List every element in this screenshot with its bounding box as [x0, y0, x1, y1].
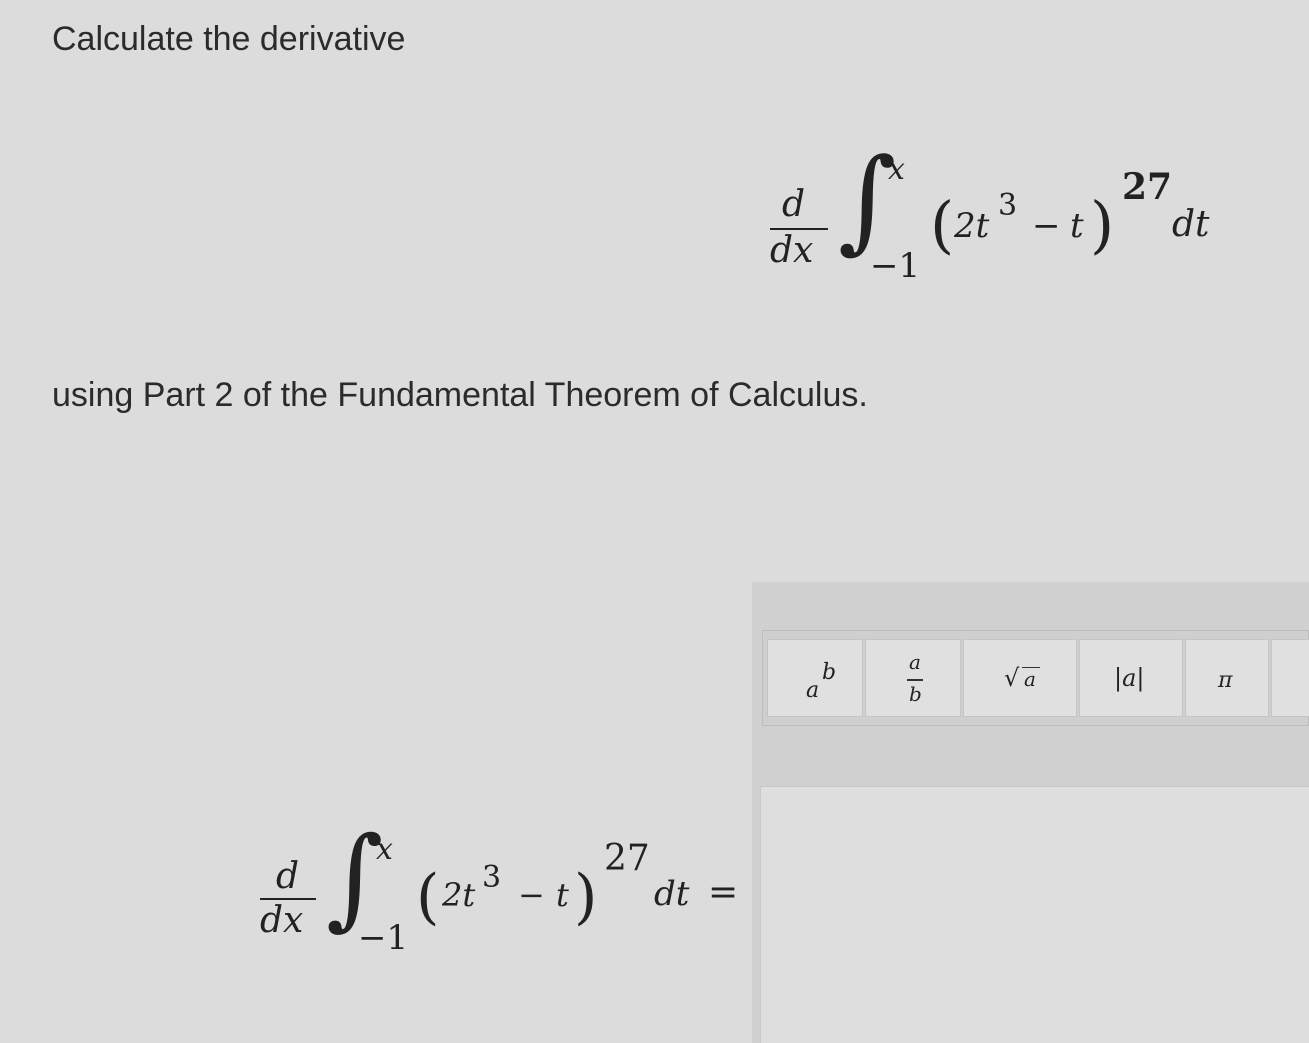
variable-t: t — [1070, 206, 1084, 246]
coefficient: 2t — [954, 206, 990, 246]
close-paren: ) — [574, 862, 598, 932]
open-paren: ( — [930, 188, 955, 261]
power-3: 3 — [482, 860, 502, 895]
power-exponent: b — [822, 660, 837, 685]
derivative-denominator: dx — [260, 900, 304, 941]
derivative-denominator: dx — [770, 230, 814, 271]
derivative-numerator: d — [782, 184, 806, 225]
minus-sign: − — [1032, 206, 1061, 246]
fraction-button[interactable]: a b — [865, 639, 961, 717]
fraction-bar — [907, 679, 923, 681]
power-3: 3 — [998, 188, 1018, 223]
absolute-value-icon: |a| — [1114, 664, 1145, 692]
fraction-numerator: a — [909, 650, 921, 674]
exponent-27: 27 — [1122, 166, 1173, 208]
close-paren: ) — [1090, 188, 1115, 261]
power-base: a — [806, 678, 820, 703]
integral-sign: ∫ — [326, 813, 384, 941]
math-toolbar: a b a b √ a |a| π — [762, 630, 1309, 726]
exponent-27: 27 — [604, 838, 650, 879]
sqrt-button[interactable]: √ a — [963, 639, 1077, 717]
more-tools-button[interactable] — [1271, 639, 1309, 717]
variable-t: t — [556, 876, 569, 914]
answer-input[interactable] — [760, 786, 1309, 1043]
sqrt-icon: √ — [1004, 664, 1020, 692]
instruction-text: using Part 2 of the Fundamental Theorem … — [52, 376, 868, 414]
absolute-value-button[interactable]: |a| — [1079, 639, 1183, 717]
lower-limit: −1 — [870, 246, 921, 286]
differential: dt — [654, 874, 690, 914]
pi-button[interactable]: π — [1185, 639, 1269, 717]
answer-expression: d dx ∫ x −1 ( 2t 3 − t ) 27 dt = — [250, 822, 750, 972]
derivative-numerator: d — [276, 856, 300, 897]
minus-sign: − — [518, 876, 545, 914]
coefficient: 2t — [442, 876, 476, 914]
answer-panel: a b a b √ a |a| π — [752, 582, 1309, 1043]
open-paren: ( — [416, 862, 440, 932]
question-heading: Calculate the derivative — [52, 20, 406, 58]
upper-limit: x — [376, 832, 393, 867]
derivative-expression: d dx ∫ x −1 ( 2t 3 − t ) 27 dt — [760, 144, 1220, 290]
differential: dt — [1172, 204, 1210, 245]
lower-limit: −1 — [358, 918, 409, 958]
upper-limit: x — [888, 152, 905, 187]
pi-icon: π — [1218, 668, 1233, 693]
power-button[interactable]: a b — [767, 639, 863, 717]
equals-sign: = — [708, 872, 739, 913]
fraction-denominator: b — [909, 682, 922, 706]
sqrt-argument: a — [1024, 667, 1036, 691]
